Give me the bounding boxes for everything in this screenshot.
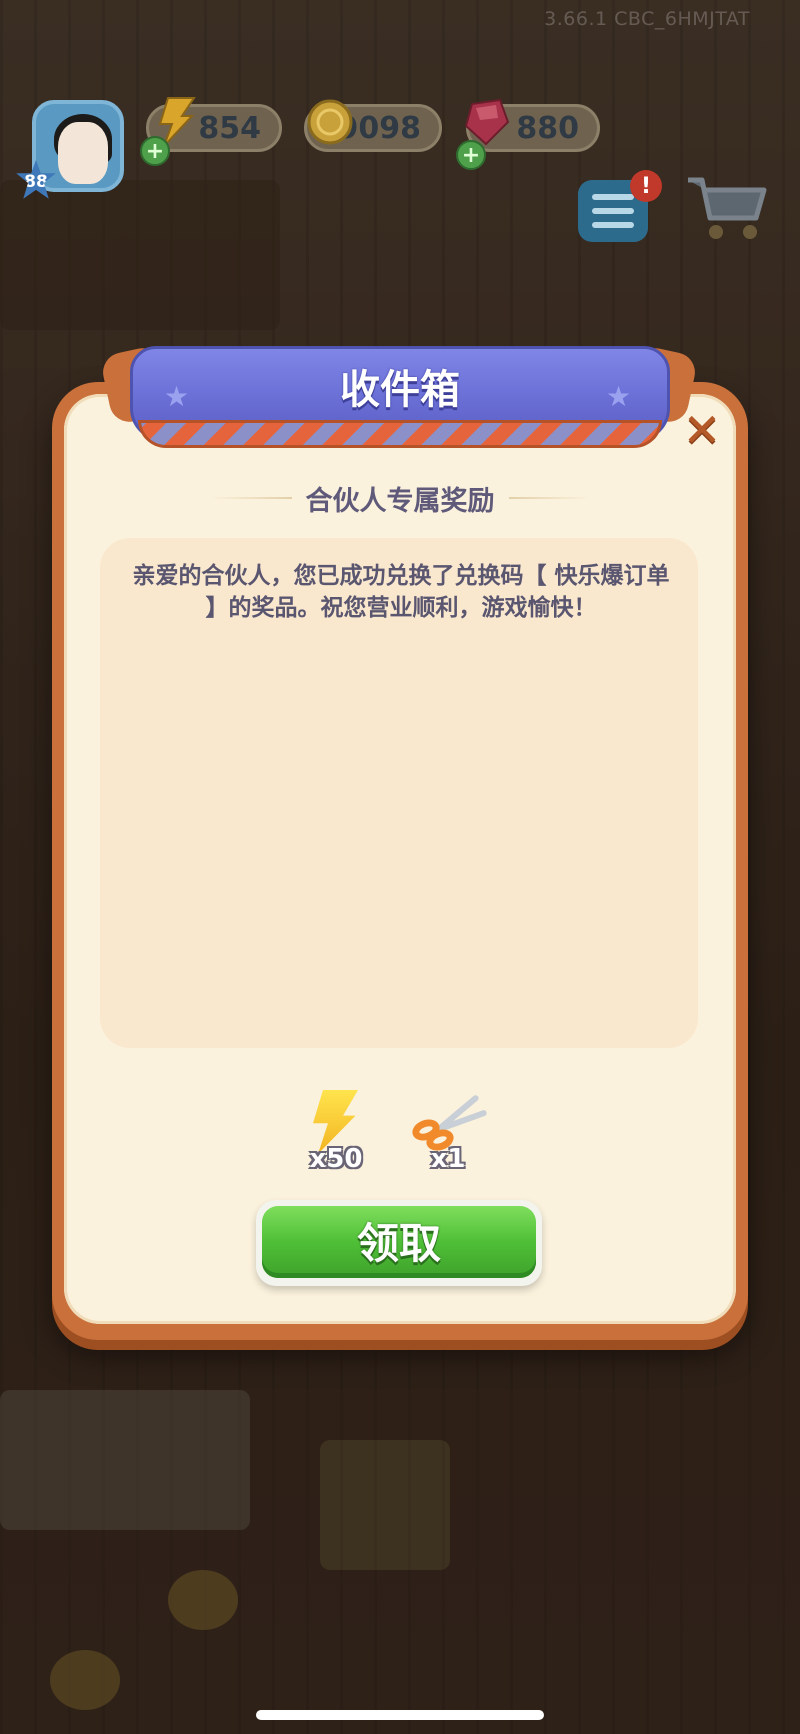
add-energy-button[interactable]: +: [140, 136, 170, 166]
shop-button[interactable]: [684, 172, 770, 246]
reward-quantity: x50: [309, 1144, 363, 1174]
modal-title: 收件箱: [340, 367, 460, 413]
modal-subtitle: 合伙人专属奖励: [305, 485, 495, 517]
divider-line: [508, 497, 590, 499]
avatar-face: [58, 122, 108, 184]
subtitle-row: 合伙人专属奖励: [210, 478, 590, 518]
add-gems-button[interactable]: +: [456, 140, 486, 170]
close-button[interactable]: ✕: [680, 407, 724, 453]
gem-value: 880: [516, 110, 579, 146]
energy-value: 854: [198, 110, 261, 146]
notification-badge: !: [630, 170, 662, 202]
reward-quantity: x1: [430, 1144, 466, 1174]
claim-button-label: 领取: [356, 1218, 441, 1268]
divider-line: [210, 497, 292, 499]
star-icon: ★: [606, 380, 632, 413]
star-icon: ★: [164, 380, 190, 413]
home-indicator[interactable]: [256, 1710, 544, 1720]
version-label: 3.66.1 CBC_6HMJTAT: [544, 8, 750, 30]
reward-scissors: x1: [408, 1084, 488, 1174]
shopping-cart-icon: [688, 177, 767, 239]
message-text: 亲爱的合伙人，您已成功兑换了兑换码【 快乐爆订单 】的奖品。祝您营业顺利，游戏愉…: [132, 563, 670, 621]
reward-energy: x50: [296, 1084, 376, 1174]
coin-icon: [306, 96, 354, 148]
